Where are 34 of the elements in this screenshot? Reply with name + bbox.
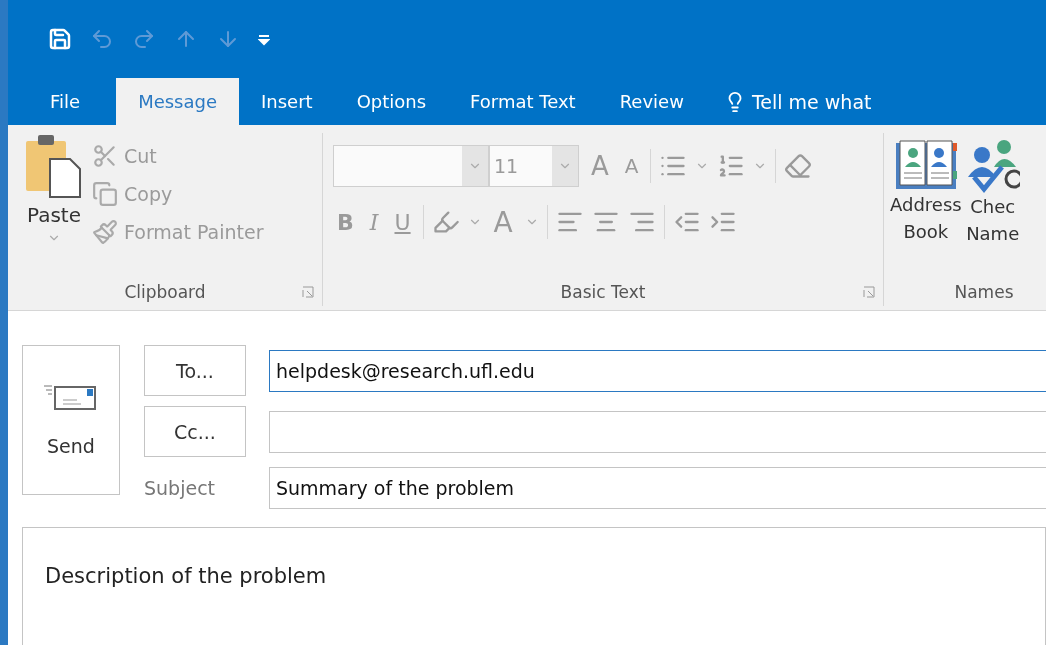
send-button[interactable]: Send: [22, 345, 120, 495]
to-field[interactable]: helpdesk@research.ufl.edu: [269, 349, 1046, 392]
check-names-button[interactable]: Chec Name: [963, 137, 1022, 282]
eraser-icon[interactable]: [784, 152, 813, 180]
ribbon-tab[interactable]: Insert: [239, 78, 335, 125]
ribbon-tab[interactable]: Review: [597, 78, 706, 125]
to-button[interactable]: To...: [144, 345, 246, 396]
ribbon-tab[interactable]: Options: [334, 78, 449, 125]
ribbon-tab[interactable]: File: [28, 78, 103, 125]
group-label: Basic Text: [560, 282, 646, 304]
message-body-field[interactable]: Description of the problem: [22, 527, 1046, 645]
clipboard-icon: [24, 133, 84, 199]
copy-icon: [92, 181, 118, 207]
address-book-button[interactable]: Address Book: [888, 137, 964, 282]
group-label: Names: [953, 282, 1015, 304]
group-label: Clipboard: [124, 282, 206, 304]
envelope-icon: [43, 383, 99, 413]
subject-label: Subject: [144, 477, 217, 499]
subject-field[interactable]: Summary of the problem: [269, 467, 1046, 509]
customize-menu-icon[interactable]: [258, 32, 270, 46]
ribbon-tab[interactable]: Message: [116, 78, 239, 125]
address-book-icon: [893, 137, 958, 191]
save-icon[interactable]: [48, 27, 72, 51]
dialog-launcher-icon[interactable]: [302, 286, 314, 298]
dialog-launcher-icon[interactable]: [863, 286, 875, 298]
cc-button[interactable]: Cc...: [144, 406, 246, 457]
scissors-icon: [92, 143, 118, 169]
highlighter-icon[interactable]: [431, 208, 460, 236]
cc-field[interactable]: [269, 410, 1046, 453]
ribbon-tab[interactable]: Format Text: [448, 78, 598, 125]
paste-button[interactable]: Paste: [18, 133, 90, 282]
people-check-icon: [965, 137, 1020, 193]
paintbrush-icon: [92, 219, 118, 245]
tell-me-search[interactable]: Tell me what: [717, 78, 878, 125]
